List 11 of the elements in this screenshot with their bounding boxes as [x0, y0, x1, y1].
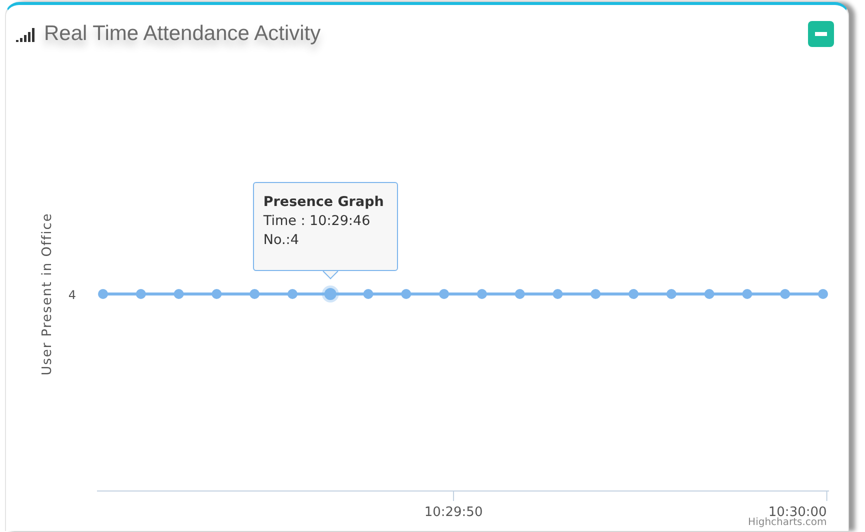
- tooltip-text: Time : 10:29:46: [263, 212, 372, 231]
- y-tick-label: 4: [68, 288, 76, 302]
- panel-title: Real Time Attendance Activity: [44, 22, 321, 46]
- x-tick-label: 10:29:50: [424, 505, 483, 520]
- credits-link[interactable]: Highcharts.com: [748, 517, 827, 528]
- signal-bars-icon: [16, 26, 36, 42]
- tooltip-title: Presence Graph: [263, 193, 385, 212]
- minimize-button[interactable]: [808, 21, 834, 47]
- y-axis-title: User Present in Office: [40, 212, 55, 376]
- tooltip-text: No.:4: [263, 231, 300, 250]
- minus-icon: [815, 32, 827, 36]
